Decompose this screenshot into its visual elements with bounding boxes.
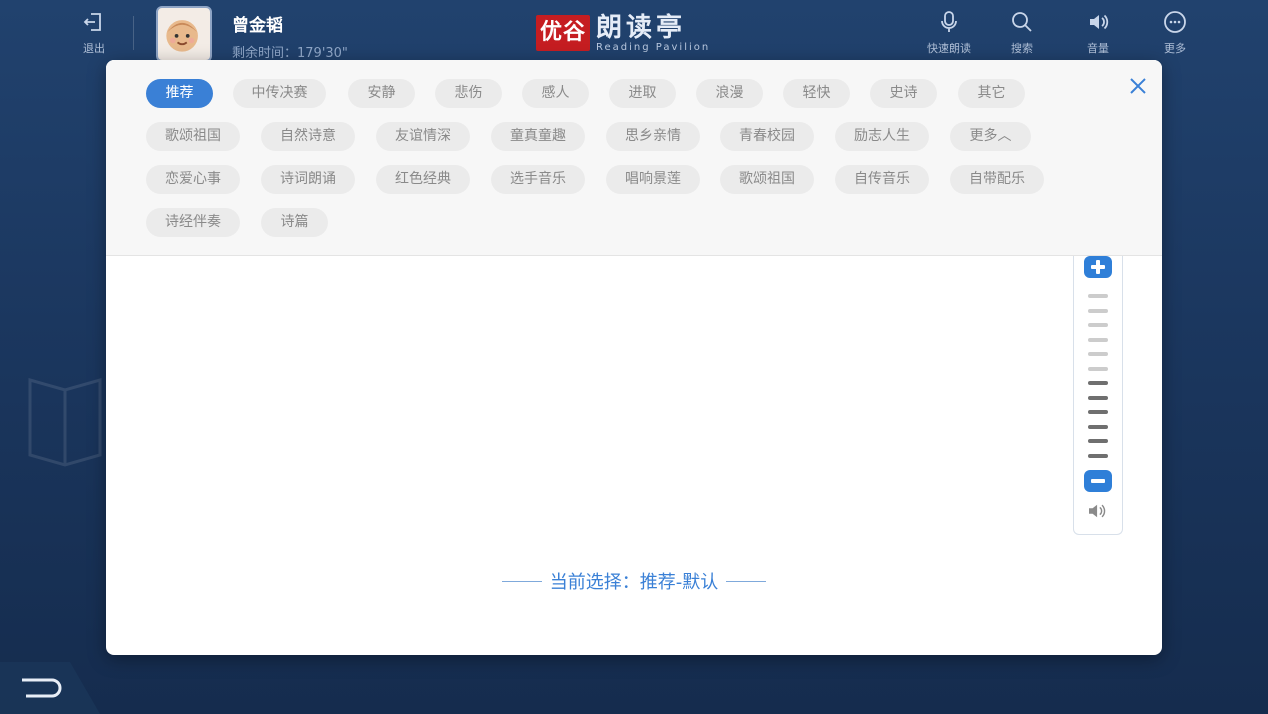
- tag-item[interactable]: 浪漫: [696, 79, 763, 108]
- tag-item[interactable]: 自传音乐: [835, 165, 929, 194]
- tag-item[interactable]: 诗词朗诵: [261, 165, 355, 194]
- current-selection-text: 当前选择：推荐-默认: [549, 572, 719, 593]
- avatar[interactable]: [156, 6, 212, 62]
- volume-icon: [1090, 14, 1109, 30]
- tag-item[interactable]: 史诗: [870, 79, 937, 108]
- volume-level-bar: [1088, 309, 1108, 313]
- tag-item[interactable]: 思乡亲情: [606, 122, 700, 151]
- tag-item[interactable]: 诗经伴奏: [146, 208, 240, 237]
- tag-item[interactable]: 自带配乐: [950, 165, 1044, 194]
- baby-avatar-icon: [166, 20, 198, 52]
- tag-item[interactable]: 自然诗意: [261, 122, 355, 151]
- logo-subtitle: Reading Pavilion: [596, 41, 711, 53]
- exit-button[interactable]: 退出: [64, 10, 124, 64]
- volume-level-bar: [1088, 352, 1108, 356]
- tag-item[interactable]: 悲伤: [435, 79, 502, 108]
- search-icon: [1012, 12, 1032, 32]
- search-button[interactable]: 搜索: [992, 10, 1052, 64]
- volume-slider[interactable]: [1073, 256, 1123, 535]
- background-book-icon: [28, 378, 102, 467]
- quick-read-label: 快速朗读: [927, 42, 971, 55]
- tag-item[interactable]: 青春校园: [720, 122, 814, 151]
- volume-level-bar: [1088, 396, 1108, 400]
- tag-item[interactable]: 选手音乐: [491, 165, 585, 194]
- tag-recommend[interactable]: 推荐: [146, 79, 213, 108]
- topbar-divider: [133, 16, 134, 50]
- microphone-icon: [941, 11, 957, 32]
- tag-item[interactable]: 进取: [609, 79, 676, 108]
- search-label: 搜索: [1011, 42, 1033, 55]
- volume-button[interactable]: 音量: [1068, 10, 1128, 64]
- tag-item[interactable]: 恋爱心事: [146, 165, 240, 194]
- remaining-time: 剩余时间：179'30": [232, 46, 348, 61]
- tag-item[interactable]: 其它: [958, 79, 1025, 108]
- tag-item[interactable]: 中传决赛: [233, 79, 326, 108]
- logo-mark: 优谷: [536, 15, 591, 51]
- tag-more-toggle[interactable]: 更多︿: [950, 122, 1031, 151]
- volume-level-bar: [1088, 454, 1108, 458]
- tag-item[interactable]: 安静: [348, 79, 415, 108]
- tag-item[interactable]: 诗篇: [261, 208, 328, 237]
- volume-level-bar: [1088, 425, 1108, 429]
- decor-line: [501, 580, 542, 582]
- more-label: 更多: [1164, 42, 1186, 55]
- exit-label: 退出: [83, 42, 105, 55]
- tag-item[interactable]: 友谊情深: [376, 122, 470, 151]
- volume-label: 音量: [1087, 42, 1109, 55]
- tag-item[interactable]: 红色经典: [376, 165, 470, 194]
- music-select-dialog: 推荐 中传决赛 安静 悲伤 感人 进取 浪漫 轻快 史诗 其它 歌颂祖国 自然诗…: [106, 60, 1162, 655]
- volume-down-button[interactable]: [1084, 470, 1112, 492]
- volume-level-bar: [1088, 367, 1108, 371]
- tag-item[interactable]: 歌颂祖国: [146, 122, 240, 151]
- volume-up-button[interactable]: [1084, 256, 1112, 278]
- back-button[interactable]: [0, 662, 100, 714]
- exit-icon: [83, 13, 101, 31]
- close-icon[interactable]: [1126, 74, 1150, 98]
- logo-title: 朗读亭: [596, 12, 687, 43]
- more-icon: [1164, 11, 1186, 33]
- tag-item[interactable]: 轻快: [783, 79, 850, 108]
- more-button[interactable]: 更多: [1145, 10, 1205, 64]
- speaker-icon: [1089, 504, 1106, 518]
- volume-level-bar: [1088, 381, 1108, 385]
- user-name: 曾金韬: [232, 16, 283, 36]
- tag-item[interactable]: 唱响景莲: [606, 165, 700, 194]
- volume-level-bar: [1088, 294, 1108, 298]
- tag-item[interactable]: 感人: [522, 79, 589, 108]
- volume-level-bar: [1088, 410, 1108, 414]
- app-logo: 优谷 朗读亭 Reading Pavilion: [536, 10, 710, 56]
- quick-read-button[interactable]: 快速朗读: [919, 10, 979, 64]
- volume-level-bar: [1088, 338, 1108, 342]
- decor-line: [726, 580, 767, 582]
- volume-level-bar: [1088, 323, 1108, 327]
- tag-panel: 推荐 中传决赛 安静 悲伤 感人 进取 浪漫 轻快 史诗 其它 歌颂祖国 自然诗…: [106, 60, 1162, 256]
- tag-item[interactable]: 童真童趣: [491, 122, 585, 151]
- tag-item[interactable]: 歌颂祖国: [720, 165, 814, 194]
- tag-item[interactable]: 励志人生: [835, 122, 929, 151]
- current-selection: 当前选择：推荐-默认: [106, 568, 1162, 594]
- top-bar: 退出 曾金韬 剩余时间：179'30" 优谷 朗读亭 Reading Pavil…: [0, 0, 1268, 66]
- volume-level-bar: [1088, 439, 1108, 443]
